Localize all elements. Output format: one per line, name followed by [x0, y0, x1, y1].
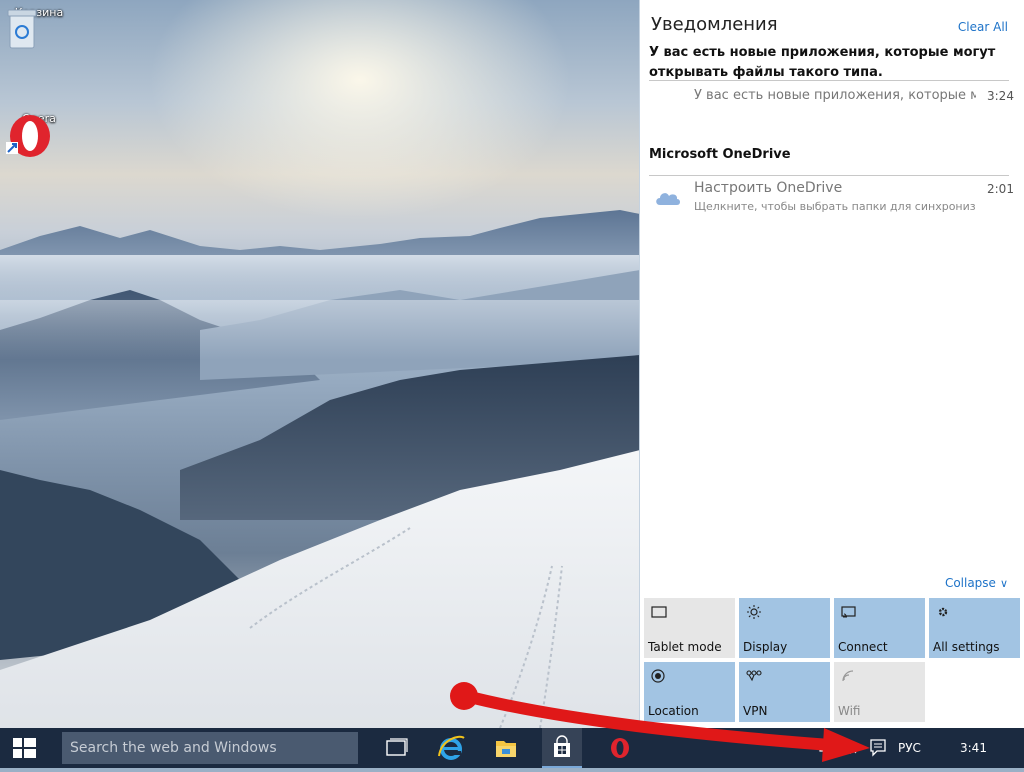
tile-label: VPN — [743, 704, 768, 718]
tablet-icon — [651, 606, 667, 618]
action-center-title: Уведомления — [651, 14, 778, 35]
tile-label: Connect — [838, 640, 888, 654]
onedrive-subtitle: Щелкните, чтобы выбрать папки для синхро… — [694, 200, 976, 213]
collapse-button[interactable]: Collapse ∨ — [945, 576, 1008, 590]
notification-heading: У вас есть новые приложения, которые мог… — [649, 45, 996, 80]
internet-explorer-button[interactable] — [431, 728, 471, 768]
onedrive-cloud-icon — [656, 193, 680, 205]
tile-label: All settings — [933, 640, 1000, 654]
search-placeholder: Search the web and Windows — [70, 740, 277, 756]
store-icon — [554, 735, 570, 757]
collapse-label: Collapse — [944, 576, 996, 590]
tile-vpn[interactable]: VPN — [739, 662, 830, 722]
task-view-icon — [386, 738, 408, 756]
notification-time: 3:24 — [987, 89, 1014, 103]
windows-logo-icon — [13, 738, 36, 758]
network-icon[interactable] — [818, 740, 836, 756]
notification-text: У вас есть новые приложения, которые м — [694, 88, 976, 103]
brightness-icon — [747, 605, 761, 619]
vpn-icon — [746, 670, 762, 682]
tile-connect[interactable]: Connect — [834, 598, 925, 658]
start-button[interactable] — [0, 728, 50, 768]
notification-icon — [870, 739, 886, 757]
language-indicator[interactable]: РУС — [898, 741, 921, 755]
onedrive-group-title: Microsoft OneDrive — [649, 147, 791, 162]
wifi-icon — [842, 670, 854, 682]
connect-icon — [841, 606, 856, 618]
notification-item[interactable]: У вас есть новые приложения, которые м 3… — [640, 84, 1024, 124]
tile-label: Display — [743, 640, 788, 654]
volume-icon[interactable] — [842, 740, 860, 756]
gear-icon — [938, 607, 948, 617]
opera-shortcut[interactable]: Opera — [4, 112, 74, 157]
tile-location[interactable]: Location — [644, 662, 735, 722]
mountain-landscape — [0, 210, 640, 728]
onedrive-title: Настроить OneDrive — [694, 180, 843, 196]
recycle-bin-shortcut[interactable]: Корзина — [4, 6, 74, 49]
recycle-bin-icon — [7, 9, 37, 49]
action-center-panel: Уведомления Clear All У вас есть новые п… — [639, 0, 1024, 728]
clock[interactable]: 3:41 — [960, 741, 987, 755]
onedrive-notification[interactable]: Настроить OneDrive Щелкните, чтобы выбра… — [640, 176, 1024, 220]
tile-display[interactable]: Display — [739, 598, 830, 658]
tile-label: Tablet mode — [648, 640, 722, 654]
chevron-down-icon: ∨ — [999, 577, 1008, 590]
search-box[interactable]: Search the web and Windows — [62, 732, 358, 764]
store-button[interactable] — [542, 728, 582, 768]
tile-label: Wifi — [838, 704, 861, 718]
task-view-button[interactable] — [376, 728, 416, 768]
internet-explorer-icon — [438, 735, 465, 760]
opera-icon — [611, 738, 629, 758]
opera-taskbar-button[interactable] — [600, 728, 640, 768]
opera-icon — [6, 115, 50, 157]
folder-icon — [496, 741, 516, 757]
onedrive-time: 2:01 — [987, 182, 1014, 196]
tile-all-settings[interactable]: All settings — [929, 598, 1020, 658]
tile-label: Location — [648, 704, 699, 718]
action-center-tray-button[interactable] — [868, 736, 888, 758]
location-icon — [651, 669, 665, 683]
clear-all-link[interactable]: Clear All — [958, 20, 1008, 34]
taskbar: Search the web and Windows РУС 3:41 — [0, 728, 1024, 768]
file-explorer-button[interactable] — [486, 728, 526, 768]
tile-wifi[interactable]: Wifi — [834, 662, 925, 722]
notification-divider — [649, 80, 1009, 81]
tile-tablet-mode[interactable]: Tablet mode — [644, 598, 735, 658]
